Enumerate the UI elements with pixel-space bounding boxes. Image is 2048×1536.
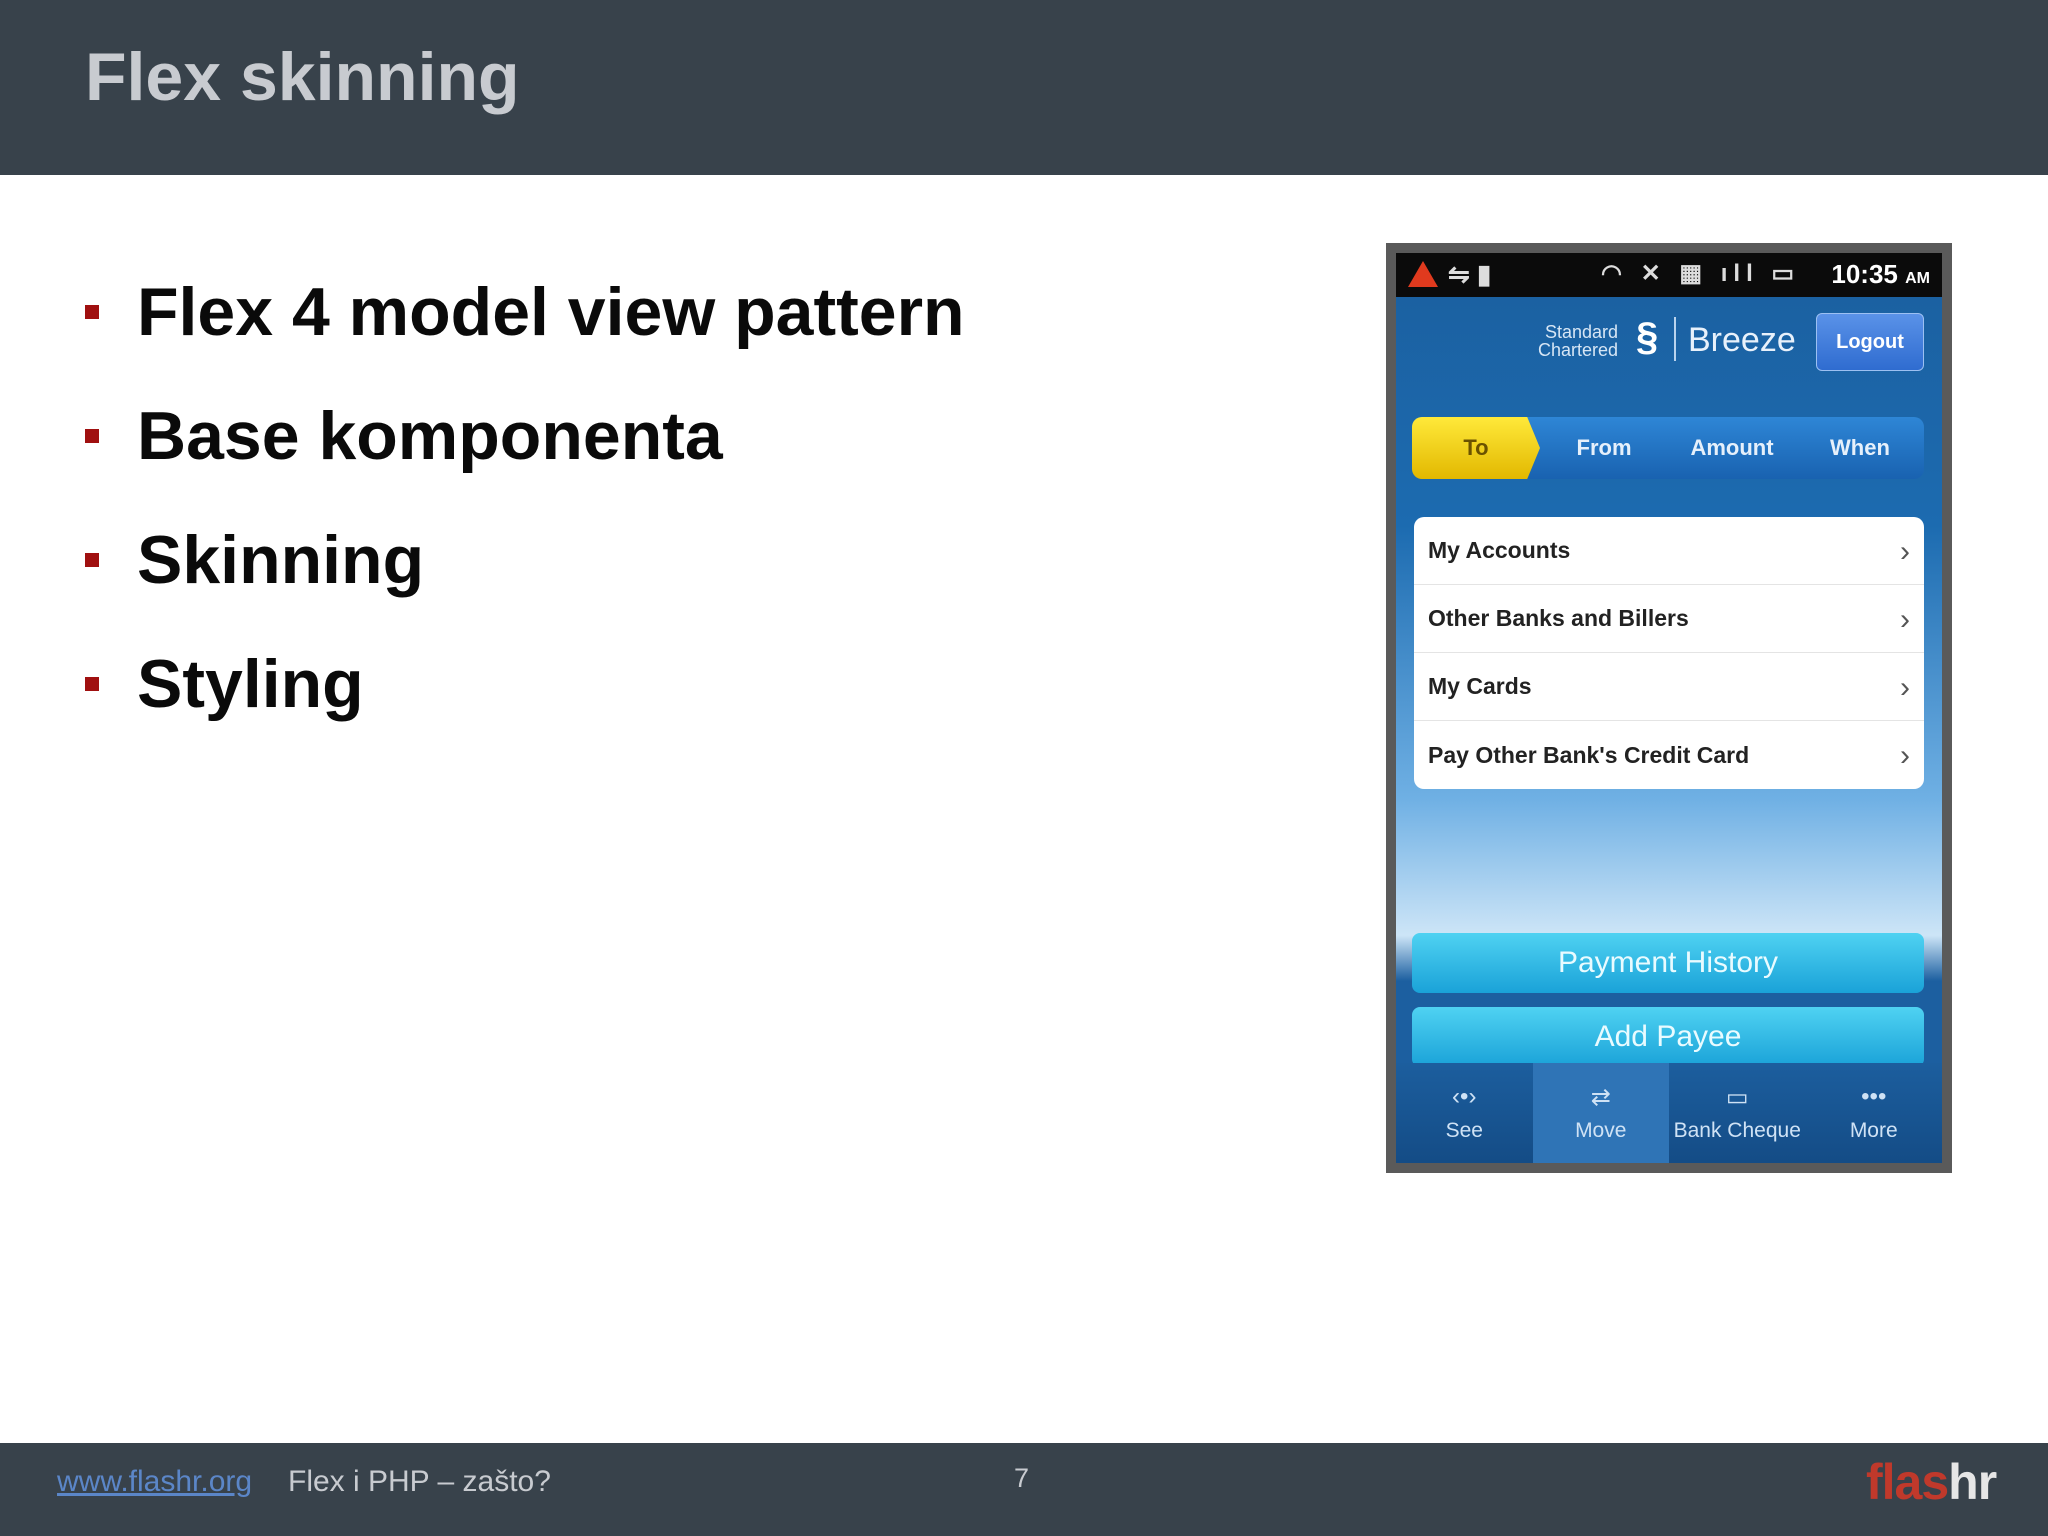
step-from[interactable]: From (1540, 417, 1668, 479)
bullet-text: Skinning (137, 522, 425, 598)
bullet-list: Flex 4 model view pattern Base komponent… (85, 250, 965, 746)
usb-icon: ⇋ ▮ (1448, 259, 1492, 289)
bullet-text: Flex 4 model view pattern (137, 274, 965, 350)
app-name: Breeze (1688, 321, 1796, 359)
page-number: 7 (1014, 1463, 1030, 1493)
step-when[interactable]: When (1796, 417, 1924, 479)
cheque-icon: ▭ (1725, 1084, 1749, 1111)
warning-icon (1408, 261, 1438, 287)
chevron-right-icon: › (1900, 671, 1910, 704)
eye-icon: ‹•› (1452, 1083, 1477, 1110)
presentation-subtitle: Flex i PHP – zašto? (288, 1465, 551, 1498)
bottom-tab-bar: ‹•› See ⇄ Move ▭ Bank Cheque ••• More (1396, 1063, 1942, 1163)
status-bar: ⇋ ▮ ◠ ✕ ▦ ıll ▭ 10:35 AM (1396, 253, 1942, 297)
bullet-text: Base komponenta (137, 398, 723, 474)
phone-screenshot: ⇋ ▮ ◠ ✕ ▦ ıll ▭ 10:35 AM Standard Charter… (1386, 243, 1952, 1173)
chevron-right-icon: › (1900, 603, 1910, 636)
bullet-text: Styling (137, 646, 364, 722)
tab-move[interactable]: ⇄ Move (1532, 1063, 1669, 1163)
bullet-item: Styling (85, 622, 965, 746)
tab-more[interactable]: ••• More (1806, 1063, 1943, 1163)
more-icon: ••• (1861, 1083, 1887, 1110)
bank-name: Standard Chartered (1538, 322, 1619, 360)
menu-label: Other Banks and Billers (1428, 605, 1689, 631)
menu-label: Pay Other Bank's Credit Card (1428, 741, 1750, 768)
tab-bank-cheque[interactable]: ▭ Bank Cheque (1669, 1063, 1806, 1163)
bullet-item: Skinning (85, 498, 965, 622)
slide-header: Flex skinning (0, 0, 2048, 175)
website-link[interactable]: www.flashr.org (57, 1465, 252, 1499)
step-amount[interactable]: Amount (1668, 417, 1796, 479)
step-tabs: To From Amount When (1412, 417, 1924, 479)
bank-logo-icon: § (1636, 315, 1659, 359)
menu-label: My Accounts (1428, 537, 1571, 563)
menu-item-my-cards[interactable]: My Cards › (1414, 653, 1924, 721)
brand-divider (1674, 317, 1676, 361)
status-time: 10:35 AM (1831, 259, 1930, 289)
transfer-arrows-icon: ⇄ (1590, 1084, 1611, 1111)
payment-history-button[interactable]: Payment History (1412, 933, 1924, 993)
menu-item-pay-credit-card[interactable]: Pay Other Bank's Credit Card › (1414, 721, 1924, 789)
bullet-marker (85, 677, 99, 691)
bullet-item: Base komponenta (85, 374, 965, 498)
slide-footer: www.flashr.org Flex i PHP – zašto? 7 fla… (0, 1443, 2048, 1536)
signal-icons: ◠ ✕ ▦ ıll ▭ (1601, 260, 1801, 287)
menu-item-other-banks[interactable]: Other Banks and Billers › (1414, 585, 1924, 653)
bullet-marker (85, 305, 99, 319)
tab-see[interactable]: ‹•› See (1396, 1063, 1533, 1163)
app-header: Standard Chartered § Breeze Logout (1396, 297, 1942, 377)
phone-screen: ⇋ ▮ ◠ ✕ ▦ ıll ▭ 10:35 AM Standard Charter… (1396, 253, 1942, 1163)
chevron-right-icon: › (1900, 739, 1910, 772)
menu-item-my-accounts[interactable]: My Accounts › (1414, 517, 1924, 585)
bullet-marker (85, 553, 99, 567)
step-to[interactable]: To (1412, 417, 1540, 479)
payee-menu: My Accounts › Other Banks and Billers › My… (1414, 517, 1924, 789)
flashr-logo: flashr (1866, 1454, 1997, 1510)
chevron-right-icon: › (1900, 535, 1910, 568)
bullet-item: Flex 4 model view pattern (85, 250, 965, 374)
bullet-marker (85, 429, 99, 443)
add-payee-button[interactable]: Add Payee (1412, 1007, 1924, 1067)
logout-button[interactable]: Logout (1816, 313, 1924, 371)
slide-title: Flex skinning (85, 39, 520, 115)
menu-label: My Cards (1428, 673, 1532, 699)
